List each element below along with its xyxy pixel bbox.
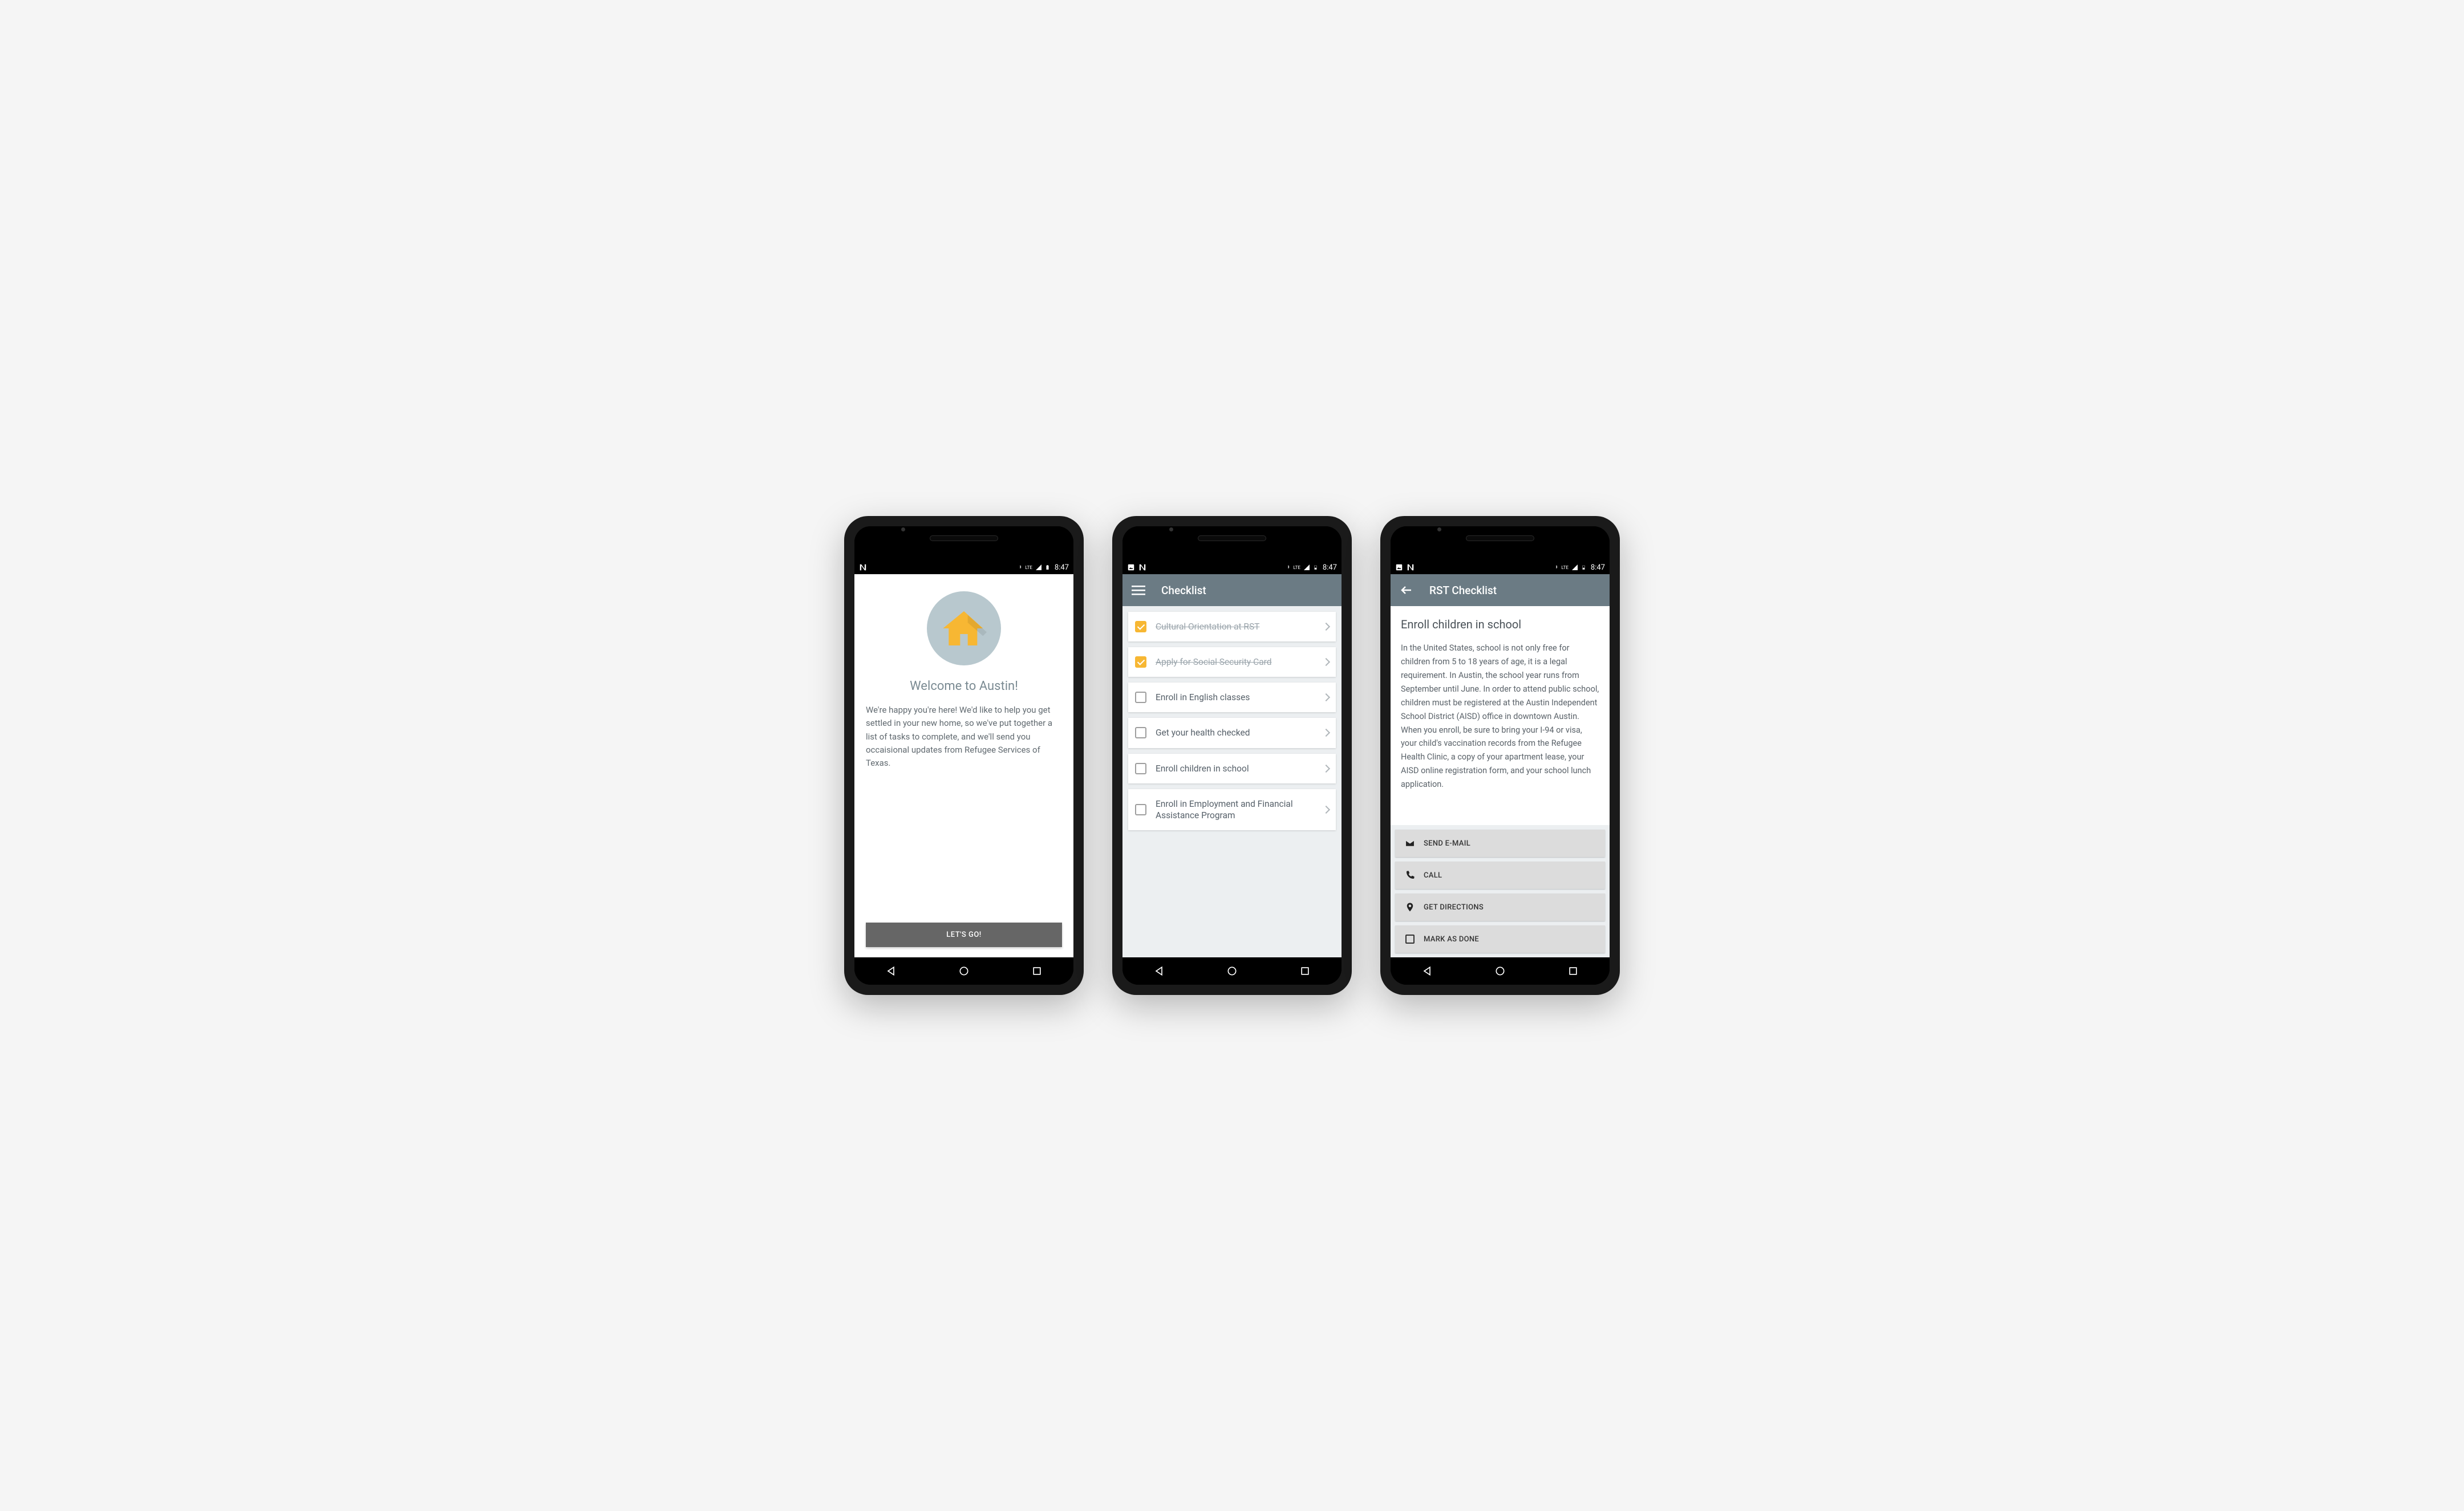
phone-mockup-detail: LTE 8:47 RST Checklist Enroll children i… [1380, 516, 1620, 995]
nav-recent-icon[interactable] [1567, 965, 1579, 977]
chevron-right-icon [1322, 765, 1330, 773]
nav-back-icon[interactable] [1153, 965, 1165, 977]
checklist-item[interactable]: Get your health checked [1128, 718, 1336, 748]
checklist-item-label: Enroll in Employment and Financial Assis… [1156, 798, 1319, 821]
action-label: CALL [1424, 871, 1442, 880]
nav-home-icon[interactable] [1494, 965, 1506, 977]
nav-back-icon[interactable] [885, 965, 897, 977]
n-logo-icon [1138, 563, 1146, 571]
battery-icon [1313, 563, 1318, 571]
action-panel: SEND E-MAIL CALL GET DIRECTIONS [1391, 825, 1610, 957]
app-bar: RST Checklist [1391, 574, 1610, 606]
checkbox-checked-icon[interactable] [1135, 656, 1146, 668]
checklist-item[interactable]: Cultural Orientation at RST [1128, 612, 1336, 641]
lte-label: LTE [1293, 565, 1300, 570]
checkbox-checked-icon[interactable] [1135, 621, 1146, 632]
action-label: SEND E-MAIL [1424, 839, 1470, 848]
nav-home-icon[interactable] [958, 965, 970, 977]
phone-mockup-checklist: LTE 8:47 Checklist Cultural Orientation … [1112, 516, 1352, 995]
app-bar: Checklist [1122, 574, 1342, 606]
get-directions-button[interactable]: GET DIRECTIONS [1395, 893, 1605, 921]
nav-recent-icon[interactable] [1031, 965, 1043, 977]
nav-home-icon[interactable] [1226, 965, 1238, 977]
phone-camera-dot [1169, 527, 1173, 531]
n-logo-icon [1407, 563, 1415, 571]
checklist-item[interactable]: Enroll in Employment and Financial Assis… [1128, 789, 1336, 830]
phone-speaker-grill [1466, 535, 1534, 541]
signal-icon [1035, 564, 1043, 571]
lets-go-button[interactable]: LET'S GO! [866, 923, 1062, 947]
phone-speaker-grill [1198, 535, 1266, 541]
call-button[interactable]: CALL [1395, 862, 1605, 889]
back-arrow-icon[interactable] [1400, 583, 1413, 597]
checkbox-icon[interactable] [1135, 727, 1146, 738]
chevron-right-icon [1322, 623, 1330, 631]
welcome-title: Welcome to Austin! [866, 679, 1062, 693]
battery-icon [1045, 563, 1050, 571]
location-pin-icon [1404, 901, 1416, 913]
bluetooth-icon [1018, 564, 1023, 571]
phone-camera-dot [1437, 527, 1441, 531]
detail-heading: Enroll children in school [1401, 618, 1599, 631]
nav-back-icon[interactable] [1421, 965, 1433, 977]
android-nav-bar [1122, 957, 1342, 985]
status-bar: LTE 8:47 [1122, 560, 1342, 574]
lte-label: LTE [1561, 565, 1569, 570]
hamburger-menu-icon[interactable] [1132, 583, 1145, 597]
checklist-item-label: Apply for Social Security Card [1156, 656, 1319, 668]
chevron-right-icon [1322, 658, 1330, 666]
signal-icon [1303, 564, 1311, 571]
status-bar: LTE 8:47 [854, 560, 1073, 574]
checklist-item-label: Enroll children in school [1156, 763, 1319, 774]
android-nav-bar [854, 957, 1073, 985]
checklist-item-label: Enroll in English classes [1156, 692, 1319, 703]
checklist-item[interactable]: Enroll children in school [1128, 754, 1336, 783]
battery-icon [1581, 563, 1586, 571]
image-icon [1127, 563, 1135, 571]
checklist-item[interactable]: Enroll in English classes [1128, 683, 1336, 712]
android-nav-bar [1391, 957, 1610, 985]
welcome-body: We're happy you're here! We'd like to he… [866, 704, 1062, 770]
checkbox-icon[interactable] [1135, 692, 1146, 703]
checklist-item-label: Get your health checked [1156, 727, 1319, 738]
n-logo-icon [859, 563, 867, 571]
checkbox-icon [1404, 933, 1416, 945]
lte-label: LTE [1025, 565, 1032, 570]
detail-content[interactable]: Enroll children in school In the United … [1391, 606, 1610, 825]
image-icon [1395, 563, 1403, 571]
app-bar-title: RST Checklist [1429, 584, 1497, 597]
checkbox-icon[interactable] [1135, 763, 1146, 774]
app-bar-title: Checklist [1161, 584, 1206, 597]
chevron-right-icon [1322, 693, 1330, 701]
action-label: MARK AS DONE [1424, 935, 1479, 944]
action-label: GET DIRECTIONS [1424, 903, 1484, 912]
checkbox-icon[interactable] [1135, 804, 1146, 815]
chevron-right-icon [1322, 806, 1330, 814]
checklist-body[interactable]: Cultural Orientation at RST Apply for So… [1122, 606, 1342, 957]
clock: 8:47 [1055, 563, 1069, 572]
clock: 8:47 [1591, 563, 1605, 572]
chevron-right-icon [1322, 729, 1330, 737]
checklist-item[interactable]: Apply for Social Security Card [1128, 647, 1336, 677]
home-icon-circle [927, 591, 1001, 665]
phone-icon [1404, 870, 1416, 881]
bluetooth-icon [1286, 564, 1291, 571]
email-icon [1404, 838, 1416, 849]
home-icon [941, 606, 987, 651]
clock: 8:47 [1323, 563, 1337, 572]
phone-speaker-grill [930, 535, 998, 541]
bluetooth-icon [1554, 564, 1559, 571]
signal-icon [1571, 564, 1579, 571]
phone-mockup-welcome: LTE 8:47 Welcome to Austin! We're happ [844, 516, 1084, 995]
mark-as-done-button[interactable]: MARK AS DONE [1395, 925, 1605, 953]
checklist-item-label: Cultural Orientation at RST [1156, 621, 1319, 632]
detail-body-text: In the United States, school is not only… [1401, 641, 1599, 791]
status-bar: LTE 8:47 [1391, 560, 1610, 574]
phone-camera-dot [901, 527, 905, 531]
nav-recent-icon[interactable] [1299, 965, 1311, 977]
send-email-button[interactable]: SEND E-MAIL [1395, 830, 1605, 857]
